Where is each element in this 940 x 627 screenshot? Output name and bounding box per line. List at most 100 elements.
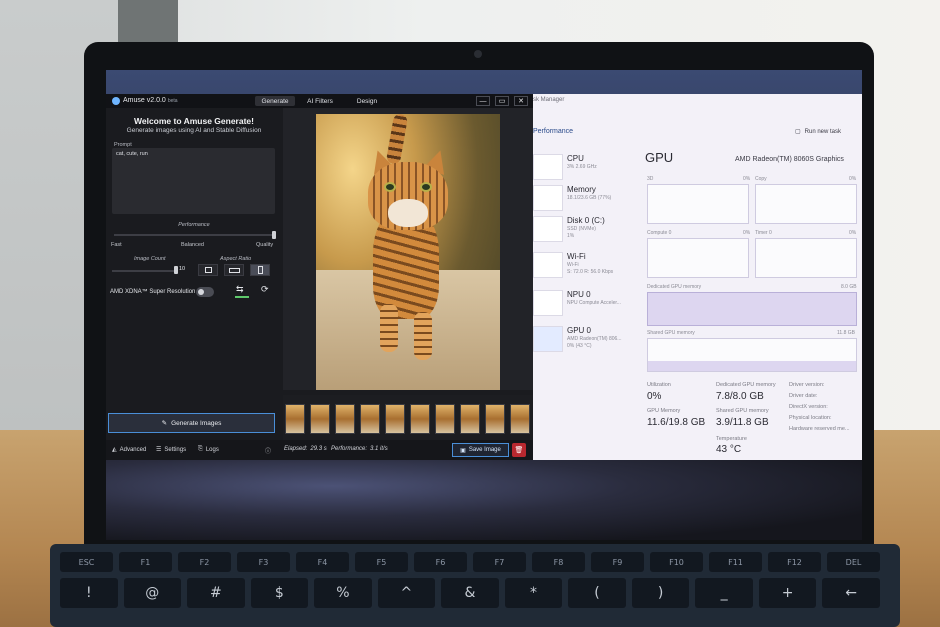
key-9[interactable]: ( bbox=[568, 578, 626, 608]
task-manager-window: sk Manager Performance ▢ Run new task CPU… bbox=[533, 94, 862, 460]
graph-compute bbox=[647, 238, 749, 278]
shared-memory-fill bbox=[648, 361, 856, 371]
thumbnail-2[interactable] bbox=[310, 404, 330, 434]
key-f9[interactable]: F9 bbox=[591, 552, 644, 572]
logs-icon: ⎘ bbox=[198, 446, 203, 452]
thumbnail-9[interactable] bbox=[485, 404, 505, 434]
square-icon bbox=[205, 267, 212, 273]
run-new-task-button[interactable]: ▢ Run new task bbox=[795, 128, 841, 136]
key-f12[interactable]: F12 bbox=[768, 552, 821, 572]
amuse-titlebar[interactable]: Amuse v2.0.0 beta Generate AI Filters Des… bbox=[106, 94, 533, 108]
cat-eye-right bbox=[420, 182, 432, 192]
thumbnail-strip bbox=[283, 395, 533, 440]
gpu-memory-value: 11.6/19.8 GB bbox=[647, 417, 706, 428]
performance-slider-thumb[interactable] bbox=[272, 231, 276, 239]
memory-mini-graph bbox=[533, 185, 563, 211]
keyboard-number-row: ! @ # $ % ^ & * ( ) _ + ← bbox=[60, 578, 880, 608]
delete-image-button[interactable]: 🗑 bbox=[512, 443, 526, 457]
key-5[interactable]: % bbox=[314, 578, 372, 608]
logs-button[interactable]: ⎘ Logs bbox=[198, 446, 219, 453]
key-f6[interactable]: F6 bbox=[414, 552, 467, 572]
key-del[interactable]: DEL bbox=[827, 552, 880, 572]
cat-eye-left bbox=[384, 182, 396, 192]
key-f3[interactable]: F3 bbox=[237, 552, 290, 572]
thumbnail-3[interactable] bbox=[335, 404, 355, 434]
driver-version-label: Driver version: bbox=[789, 382, 825, 388]
thumbnail-5[interactable] bbox=[385, 404, 405, 434]
thumbnail-4[interactable] bbox=[360, 404, 380, 434]
shared-memory-graph-max: 11.8 GB bbox=[837, 330, 855, 336]
key-minus[interactable]: _ bbox=[695, 578, 753, 608]
tab-design[interactable]: Design bbox=[347, 96, 387, 106]
key-esc[interactable]: ESC bbox=[60, 552, 113, 572]
advanced-button[interactable]: ◭ Advanced bbox=[112, 446, 146, 454]
close-button[interactable]: ✕ bbox=[514, 96, 528, 106]
key-backspace[interactable]: ← bbox=[822, 578, 880, 608]
dedicated-memory-graph-label: Dedicated GPU memory bbox=[647, 284, 702, 290]
performance-readout: Performance: 3.1 it/s bbox=[331, 446, 388, 452]
save-image-button[interactable]: ▣ Save Image bbox=[452, 443, 509, 457]
key-f7[interactable]: F7 bbox=[473, 552, 526, 572]
amuse-logo-icon bbox=[112, 97, 120, 105]
key-equals[interactable]: + bbox=[758, 578, 817, 608]
key-f1[interactable]: F1 bbox=[119, 552, 172, 572]
key-6[interactable]: ^ bbox=[377, 578, 436, 608]
key-f5[interactable]: F5 bbox=[355, 552, 408, 572]
info-icon[interactable]: ⓘ bbox=[265, 446, 271, 455]
performance-slider[interactable] bbox=[114, 234, 274, 236]
key-1[interactable]: ! bbox=[60, 578, 118, 608]
prompt-input[interactable]: cat, cute, run bbox=[112, 148, 275, 214]
settings-icon: ☰ bbox=[156, 447, 162, 453]
webcam bbox=[474, 50, 482, 58]
aspect-square-button[interactable] bbox=[198, 264, 218, 276]
minimize-button[interactable]: — bbox=[476, 96, 490, 106]
laptop-screen: Amuse v2.0.0 beta Generate AI Filters Des… bbox=[106, 70, 862, 540]
performance-quality-label: Quality bbox=[256, 242, 274, 248]
key-f10[interactable]: F10 bbox=[650, 552, 703, 572]
aspect-landscape-button[interactable] bbox=[224, 264, 244, 276]
aspect-portrait-button[interactable] bbox=[250, 264, 270, 276]
thumbnail-8[interactable] bbox=[460, 404, 480, 434]
dedicated-memory-graph bbox=[647, 292, 857, 326]
performance-label: Performance bbox=[178, 222, 210, 228]
wifi-mini-graph bbox=[533, 252, 563, 278]
key-3[interactable]: # bbox=[187, 578, 245, 608]
thumbnail-7[interactable] bbox=[435, 404, 455, 434]
key-4[interactable]: $ bbox=[250, 578, 309, 608]
portrait-icon bbox=[258, 266, 263, 274]
graph-copy-pct: 0% bbox=[849, 176, 857, 182]
utilization-label: Utilization bbox=[647, 382, 671, 388]
trash-icon: 🗑 bbox=[514, 447, 524, 454]
disk-mini-graph bbox=[533, 216, 563, 242]
generate-images-label: Generate Images bbox=[171, 419, 222, 427]
shared-mem-label: Shared GPU memory bbox=[716, 408, 769, 414]
maximize-button[interactable]: ▭ bbox=[495, 96, 509, 106]
key-7[interactable]: & bbox=[441, 578, 499, 608]
performance-section-label: Performance bbox=[533, 128, 574, 135]
key-f11[interactable]: F11 bbox=[709, 552, 762, 572]
thumbnail-6[interactable] bbox=[410, 404, 430, 434]
key-2[interactable]: @ bbox=[123, 578, 182, 608]
tab-ai-filters[interactable]: AI Filters bbox=[300, 96, 340, 106]
image-count-slider-thumb[interactable] bbox=[174, 266, 178, 274]
refresh-icon[interactable]: ⟳ bbox=[261, 284, 273, 296]
generated-cat-image[interactable] bbox=[316, 114, 500, 390]
key-0[interactable]: ) bbox=[631, 578, 690, 608]
hardware-reserved-label: Hardware reserved me... bbox=[789, 426, 850, 432]
key-8[interactable]: * bbox=[504, 578, 563, 608]
thumbnail-10[interactable] bbox=[510, 404, 530, 434]
thumbnail-1[interactable] bbox=[285, 404, 305, 434]
settings-button[interactable]: ☰ Settings bbox=[156, 446, 186, 454]
image-count-slider[interactable] bbox=[112, 270, 176, 272]
dedicated-mem-label: Dedicated GPU memory bbox=[716, 382, 776, 388]
xdna-super-resolution-toggle[interactable] bbox=[196, 287, 214, 297]
key-f8[interactable]: F8 bbox=[532, 552, 585, 572]
key-f4[interactable]: F4 bbox=[296, 552, 349, 572]
key-f2[interactable]: F2 bbox=[178, 552, 231, 572]
tab-generate[interactable]: Generate bbox=[255, 96, 295, 106]
image-preview-panel bbox=[283, 108, 533, 390]
shuffle-icon[interactable]: ⇆ bbox=[236, 284, 248, 296]
generate-images-button[interactable]: ✎ Generate Images bbox=[108, 413, 275, 433]
amuse-footer: ◭ Advanced ☰ Settings ⎘ Logs ⓘ Elapsed: 29.3… bbox=[106, 440, 533, 460]
gpu-mini-graph bbox=[533, 326, 563, 352]
